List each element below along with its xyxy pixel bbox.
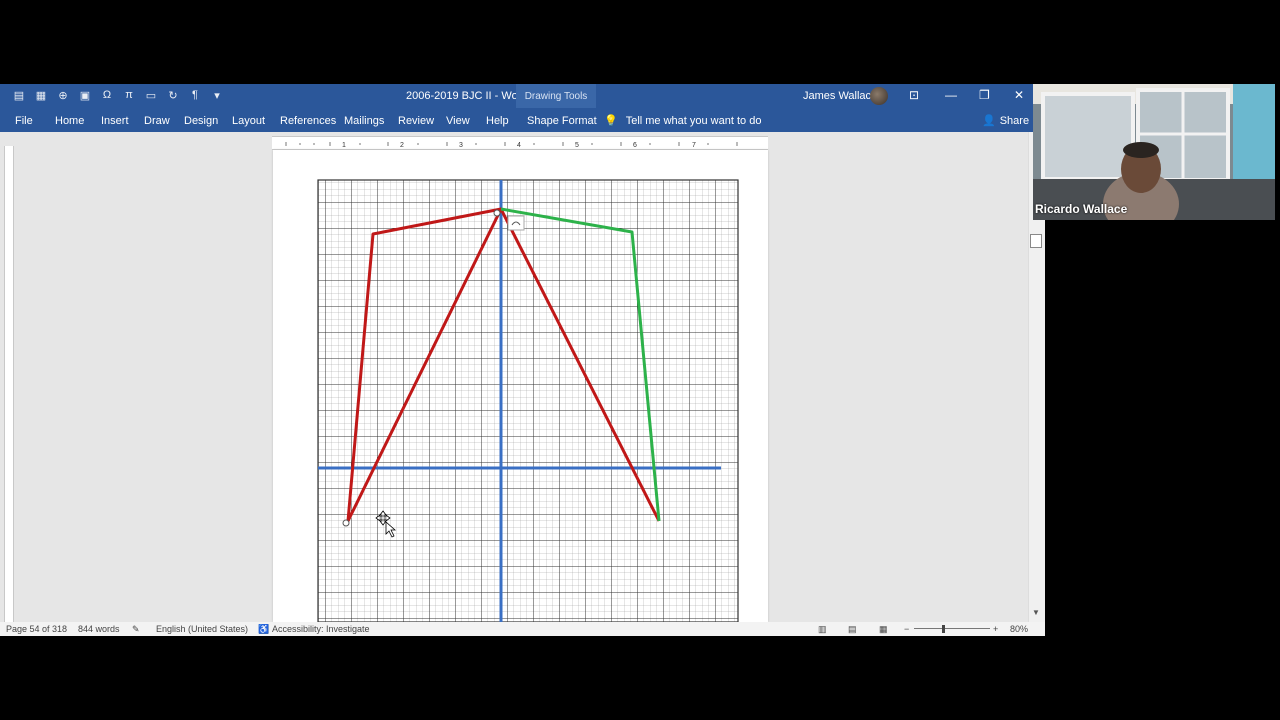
grid-icon[interactable]: ▦ (34, 88, 48, 102)
webcam-video (1033, 84, 1275, 220)
horizontal-ruler[interactable]: 1 2 3 4 5 6 7 (272, 136, 768, 150)
vertical-ruler (0, 132, 16, 622)
tab-draw[interactable]: Draw (144, 115, 170, 127)
document-icon[interactable]: ▤ (12, 88, 26, 102)
tab-view[interactable]: View (446, 115, 470, 127)
status-bar: Page 54 of 318 844 words ✎ English (Unit… (0, 622, 1045, 636)
move-icon[interactable]: ⊕ (56, 88, 70, 102)
web-layout-icon[interactable]: ▦ (879, 624, 888, 635)
pi-icon[interactable]: π (122, 88, 136, 102)
ruler-number: 7 (692, 142, 696, 149)
accessibility-status[interactable]: Accessibility: Investigate (272, 624, 370, 634)
ruler-number: 3 (459, 142, 463, 149)
scrollbar-thumb[interactable] (1030, 234, 1042, 248)
quick-access-toolbar: ▤ ▦ ⊕ ▣ Ω π ▭ ↻ ¶ ▾ (12, 88, 224, 102)
tab-home[interactable]: Home (55, 115, 84, 127)
zoom-level[interactable]: 80% (1010, 624, 1028, 634)
ruler-number: 1 (342, 142, 346, 149)
tab-layout[interactable]: Layout (232, 115, 265, 127)
participant-name: Ricardo Wallace (1035, 202, 1128, 216)
tab-file[interactable]: File (15, 115, 33, 127)
layout-options-icon[interactable] (507, 215, 525, 231)
tab-mailings[interactable]: Mailings (344, 115, 384, 127)
print-icon[interactable]: ▣ (78, 88, 92, 102)
print-layout-icon[interactable]: ▤ (848, 624, 857, 635)
document-title: 2006-2019 BJC II - Word (406, 90, 528, 102)
document-page (273, 150, 768, 622)
close-button[interactable]: ✕ (1014, 88, 1024, 102)
share-label: Share (999, 114, 1030, 127)
ribbon-display-options-icon[interactable]: ⊡ (909, 88, 919, 102)
lightbulb-icon: 💡 (604, 115, 618, 127)
tab-shape-format[interactable]: Shape Format (527, 115, 597, 127)
tell-me-box[interactable]: 💡 Tell me what you want to do (604, 114, 762, 128)
language-indicator[interactable]: English (United States) (156, 624, 248, 634)
minimize-button[interactable]: — (945, 88, 957, 102)
share-button[interactable]: 👤 Share (982, 114, 1030, 128)
title-bar: ▤ ▦ ⊕ ▣ Ω π ▭ ↻ ¶ ▾ 2006-2019 BJC II - W… (0, 84, 1045, 108)
tab-help[interactable]: Help (486, 115, 509, 127)
tab-design[interactable]: Design (184, 115, 218, 127)
tab-references[interactable]: References (280, 115, 336, 127)
zoom-out-icon[interactable]: − (904, 624, 909, 634)
rotate-icon[interactable]: ↻ (166, 88, 180, 102)
zoom-in-icon[interactable]: + (993, 624, 998, 634)
graph-paper-image[interactable] (273, 150, 768, 622)
page-count[interactable]: Page 54 of 318 (6, 624, 67, 634)
scroll-down-icon[interactable]: ▼ (1032, 608, 1040, 617)
tab-review[interactable]: Review (398, 115, 434, 127)
webcam-overlay: Ricardo Wallace (1033, 84, 1275, 220)
zoom-slider-thumb[interactable] (942, 625, 945, 633)
restore-button[interactable]: ❐ (979, 88, 990, 102)
word-window: ▤ ▦ ⊕ ▣ Ω π ▭ ↻ ¶ ▾ 2006-2019 BJC II - W… (0, 84, 1045, 636)
omega-icon[interactable]: Ω (100, 88, 114, 102)
accessibility-icon[interactable]: ♿ (258, 624, 269, 635)
context-tab-drawing-tools: Drawing Tools (516, 84, 596, 108)
shape-icon[interactable]: ▭ (144, 88, 158, 102)
ruler-number: 2 (400, 142, 404, 149)
ruler-ticks: 1 2 3 4 5 6 7 (285, 142, 738, 149)
user-name[interactable]: James Wallace (803, 90, 877, 102)
tab-insert[interactable]: Insert (101, 115, 129, 127)
graph-grid (318, 180, 738, 622)
ruler-number: 5 (575, 142, 579, 149)
document-workspace: 1 2 3 4 5 6 7 ▼ (0, 132, 1045, 622)
customize-qat-icon[interactable]: ▾ (210, 88, 224, 102)
selection-handle[interactable] (493, 209, 501, 217)
ruler-number: 4 (517, 142, 521, 149)
word-count[interactable]: 844 words (78, 624, 120, 634)
avatar[interactable] (870, 87, 888, 105)
vertical-ruler-strip (4, 146, 14, 622)
ribbon-tabs: File Home Insert Draw Design Layout Refe… (0, 108, 1045, 132)
pilcrow-icon[interactable]: ¶ (188, 88, 202, 102)
zoom-slider[interactable] (914, 628, 990, 629)
proofing-icon[interactable]: ✎ (132, 624, 140, 635)
person-icon: 👤 (982, 115, 996, 127)
tell-me-label: Tell me what you want to do (625, 114, 762, 127)
ruler-number: 6 (633, 142, 637, 149)
read-mode-icon[interactable]: ▥ (818, 624, 827, 635)
selection-handle[interactable] (342, 519, 350, 527)
